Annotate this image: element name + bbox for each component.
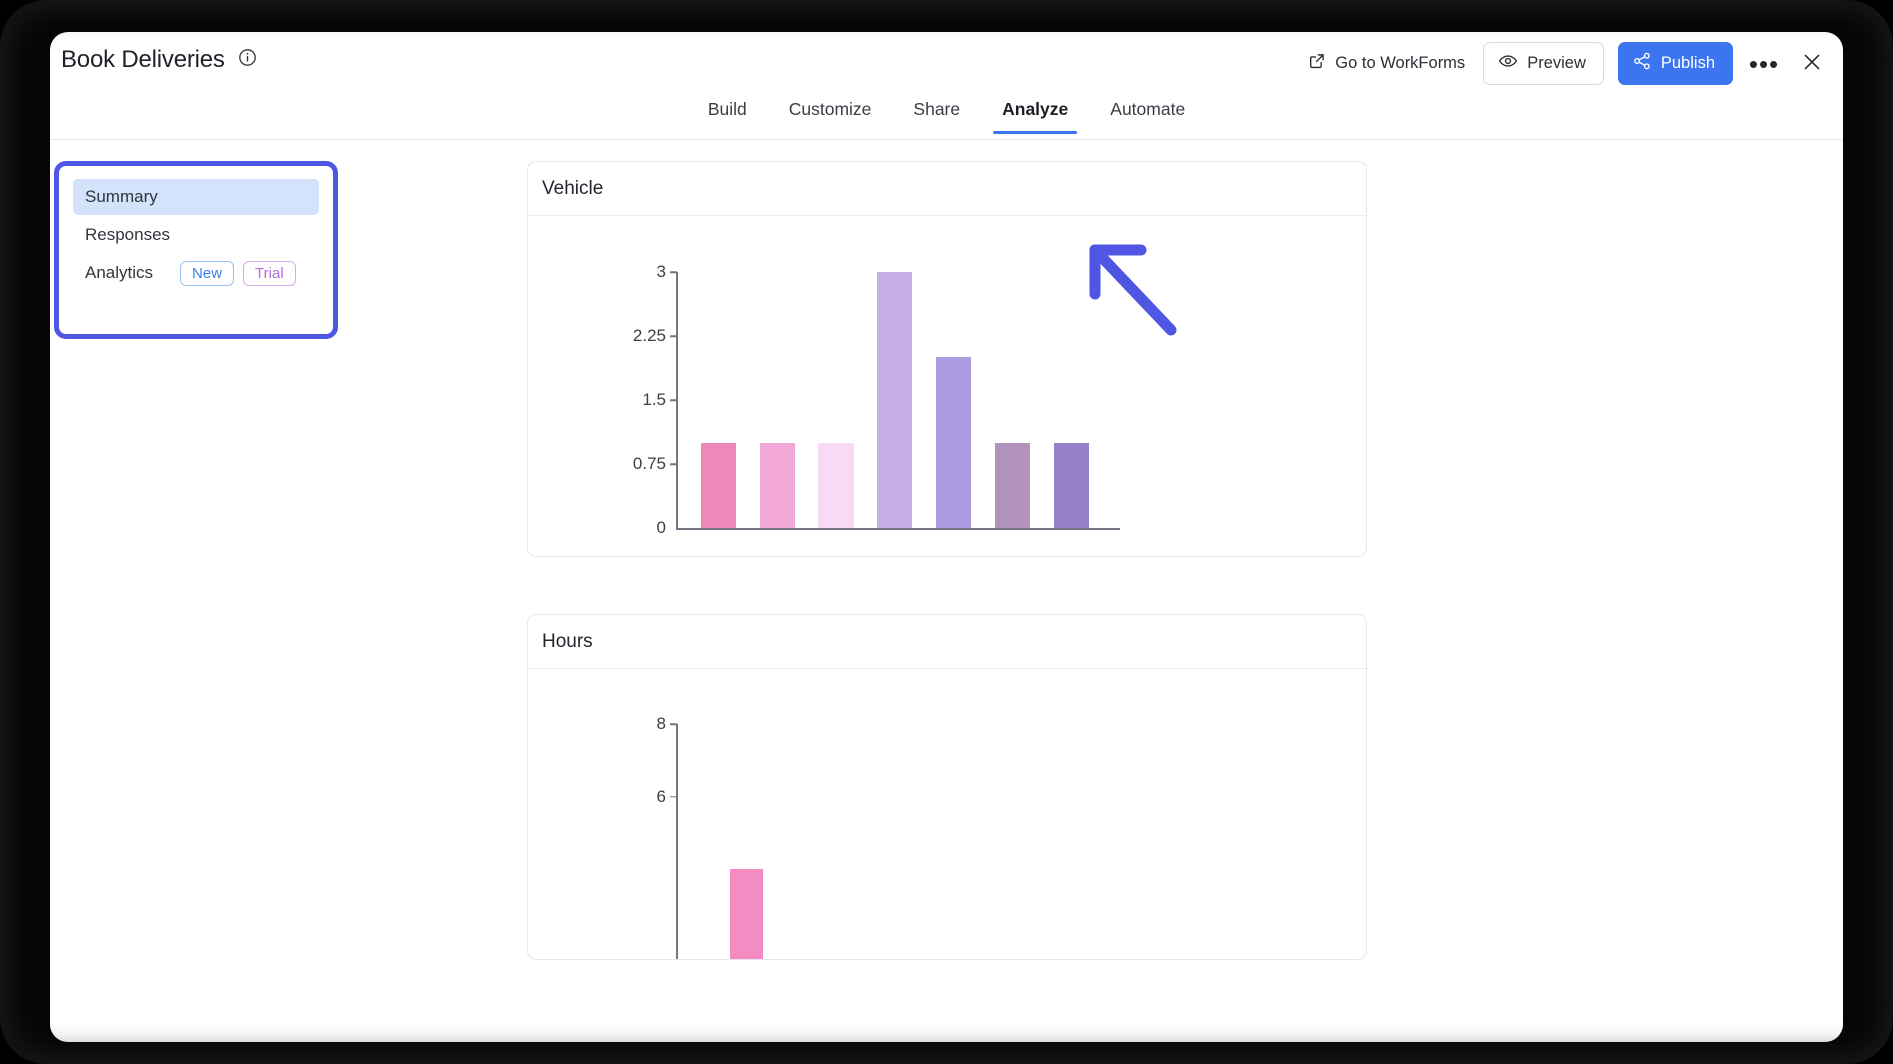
chart-canvas: 00.751.52.253BicyleTruckVan 1Van 2Car 1S… bbox=[528, 216, 1366, 556]
plot-area: 0 0.75 1.5 2.25 3 bbox=[528, 216, 1366, 556]
chart-canvas: 68 bbox=[528, 669, 1366, 959]
title-area: Book Deliveries bbox=[61, 46, 257, 74]
close-icon bbox=[1801, 51, 1823, 76]
y-tick-label: 3 bbox=[656, 262, 666, 281]
app-window: Book Deliveries Go to WorkForms Preview … bbox=[50, 32, 1843, 1042]
tab-label: Customize bbox=[788, 99, 872, 119]
x-axis-line bbox=[676, 528, 1120, 530]
sidebar-item-label: Analytics bbox=[85, 263, 154, 282]
y-tick-mark bbox=[670, 335, 677, 337]
bar-car-2[interactable] bbox=[1053, 442, 1089, 528]
chart-card-vehicle: Vehicle00.751.52.253BicyleTruckVan 1Van … bbox=[527, 161, 1367, 557]
tab-automate[interactable]: Automate bbox=[1089, 95, 1206, 134]
chart-card-title: Hours bbox=[528, 615, 1366, 669]
charts-column: Vehicle00.751.52.253BicyleTruckVan 1Van … bbox=[527, 161, 1367, 1017]
y-tick-label: 1.5 bbox=[642, 390, 666, 409]
close-button[interactable] bbox=[1795, 47, 1829, 81]
y-tick-label: 0 bbox=[656, 518, 666, 537]
more-dots-icon: ••• bbox=[1748, 48, 1780, 79]
y-tick-mark bbox=[670, 399, 677, 401]
chart-card-title: Vehicle bbox=[528, 162, 1366, 216]
bar-1[interactable] bbox=[730, 869, 763, 959]
tab-analyze[interactable]: Analyze bbox=[981, 95, 1089, 134]
eye-icon bbox=[1498, 51, 1518, 76]
chart-card-hours: Hours 6 8 bbox=[527, 614, 1367, 960]
bar-truck[interactable] bbox=[759, 442, 795, 528]
page-title: Book Deliveries bbox=[61, 46, 225, 73]
chart-title-text: Hours bbox=[542, 630, 593, 652]
y-tick-mark bbox=[670, 723, 677, 725]
tab-label: Automate bbox=[1110, 99, 1186, 119]
publish-button[interactable]: Publish bbox=[1617, 42, 1733, 85]
sidebar-item-responses[interactable]: Responses bbox=[73, 217, 319, 253]
badge-new[interactable]: New bbox=[180, 260, 235, 286]
badge-trial[interactable]: Trial bbox=[243, 260, 296, 286]
info-icon[interactable] bbox=[238, 48, 257, 72]
preview-label: Preview bbox=[1527, 54, 1586, 72]
y-tick-label: 6 bbox=[656, 786, 666, 806]
go-to-workforms-button[interactable]: Go to WorkForms bbox=[1304, 46, 1469, 81]
more-options-button[interactable]: ••• bbox=[1747, 47, 1781, 81]
tab-label: Analyze bbox=[1002, 99, 1069, 119]
y-tick-mark bbox=[670, 463, 677, 465]
tab-share[interactable]: Share bbox=[892, 95, 981, 134]
sidebar-item-summary[interactable]: Summary bbox=[73, 179, 319, 215]
tab-customize[interactable]: Customize bbox=[768, 95, 893, 134]
y-tick-label: 8 bbox=[656, 714, 666, 733]
plot-area: 68 bbox=[528, 669, 1366, 959]
bar-van-1[interactable] bbox=[818, 442, 854, 528]
go-to-workforms-label: Go to WorkForms bbox=[1335, 54, 1466, 72]
header-actions: Go to WorkForms Preview Publish ••• bbox=[1304, 42, 1829, 85]
bar-car-1[interactable] bbox=[935, 357, 972, 528]
bar-van-2[interactable] bbox=[877, 272, 913, 528]
tab-label: Share bbox=[913, 99, 961, 119]
main-tabs: Build Customize Share Analyze Automate bbox=[50, 95, 1843, 140]
y-tick-label: 2.25 bbox=[632, 326, 666, 345]
sidebar-badges: New Trial bbox=[180, 260, 296, 286]
y-tick-mark bbox=[670, 271, 677, 273]
preview-button[interactable]: Preview bbox=[1483, 42, 1604, 85]
external-link-icon bbox=[1308, 52, 1326, 75]
device-frame: Book Deliveries Go to WorkForms Preview … bbox=[0, 0, 1893, 1064]
share-nodes-icon bbox=[1632, 51, 1652, 76]
y-axis-line bbox=[676, 724, 678, 959]
sidebar-item-label: Summary bbox=[85, 187, 158, 206]
analyze-body: Summary Responses Analytics New Trial Vehicl… bbox=[50, 140, 1843, 1042]
sidebar-item-label: Responses bbox=[85, 225, 171, 244]
y-tick-mark bbox=[670, 795, 677, 798]
chart-title-text: Vehicle bbox=[542, 177, 604, 199]
y-tick-label: 0.75 bbox=[632, 454, 666, 473]
tab-label: Build bbox=[707, 99, 747, 119]
sidebar-nav: Summary Responses Analytics New Trial bbox=[64, 171, 328, 329]
app-header: Book Deliveries Go to WorkForms Preview … bbox=[50, 32, 1843, 95]
publish-label: Publish bbox=[1660, 54, 1715, 72]
tab-build[interactable]: Build bbox=[687, 95, 768, 134]
bar-bicyle[interactable] bbox=[700, 442, 736, 528]
bar-scooter[interactable] bbox=[994, 442, 1031, 528]
sidebar-item-analytics[interactable]: Analytics New Trial bbox=[73, 255, 319, 291]
